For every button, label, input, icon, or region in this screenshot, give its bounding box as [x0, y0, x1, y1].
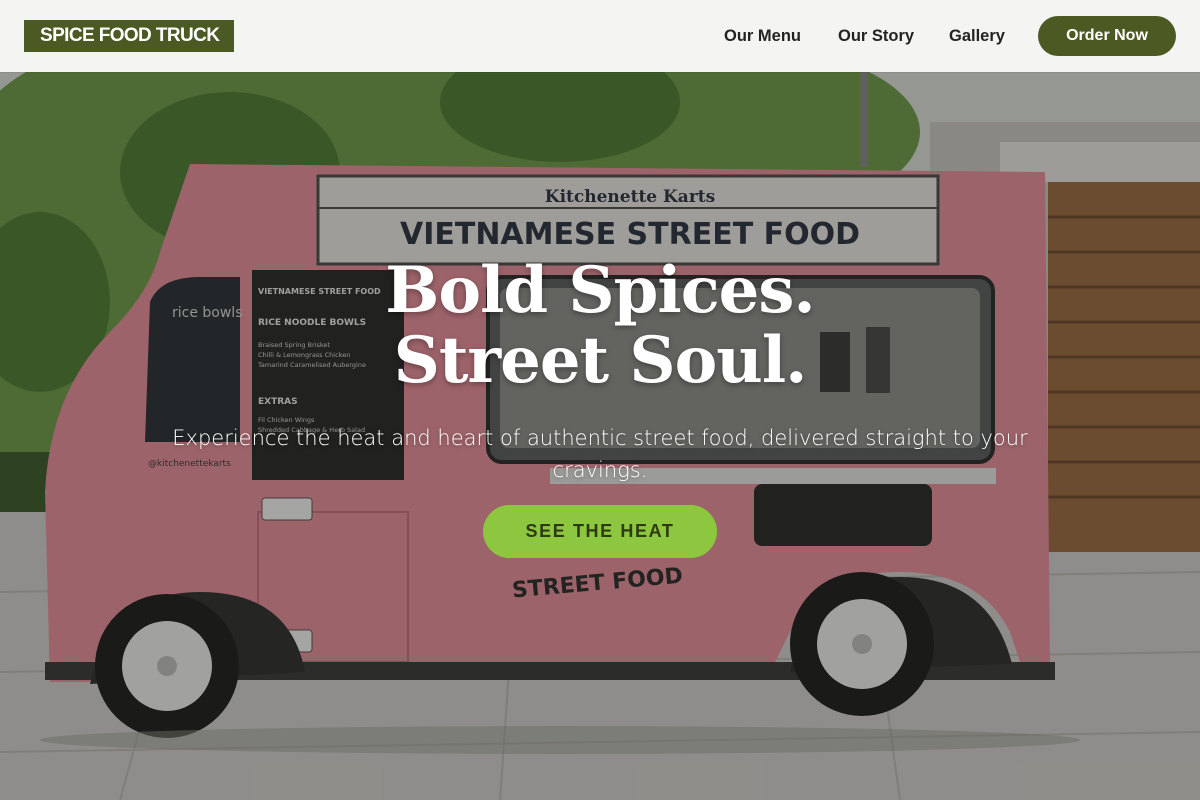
- headline-line-1: Bold Spices.: [385, 253, 815, 328]
- site-header: SPICE FOOD TRUCK Our Menu Our Story Gall…: [0, 0, 1200, 72]
- order-now-button[interactable]: Order Now: [1038, 16, 1176, 56]
- headline-line-2: Street Soul.: [393, 323, 808, 398]
- nav-our-story[interactable]: Our Story: [838, 0, 914, 72]
- hero-headline: Bold Spices. Street Soul.: [0, 256, 1200, 396]
- nav-our-menu[interactable]: Our Menu: [724, 0, 801, 72]
- see-the-heat-button[interactable]: SEE THE HEAT: [483, 505, 717, 558]
- hero-subtitle: Experience the heat and heart of authent…: [172, 426, 1028, 482]
- logo[interactable]: SPICE FOOD TRUCK: [24, 20, 235, 52]
- nav-gallery[interactable]: Gallery: [949, 0, 1005, 72]
- hero-section: rice bowls Kitchenette Karts VIETNAMESE …: [0, 72, 1200, 800]
